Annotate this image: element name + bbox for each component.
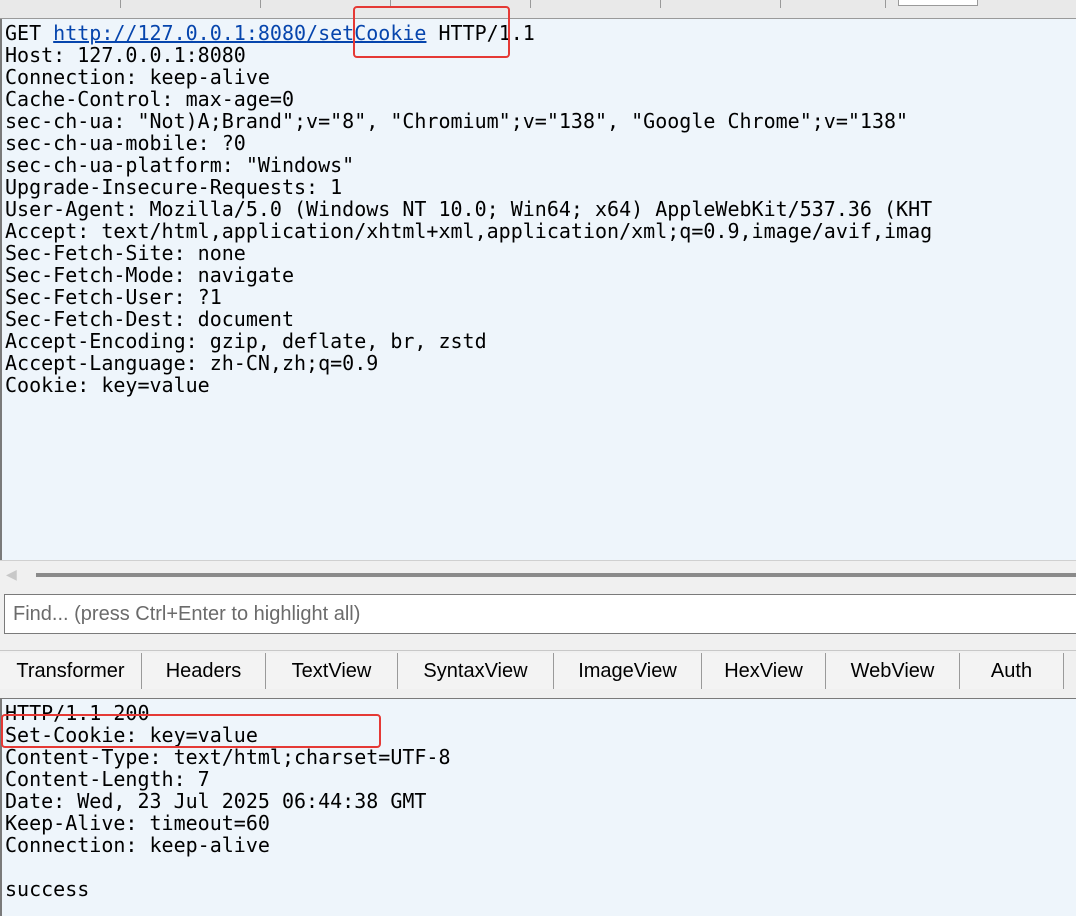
scrollbar-thumb[interactable] <box>36 573 1076 577</box>
response-blank-line <box>5 856 451 878</box>
request-header-line: sec-ch-ua-platform: "Windows" <box>5 153 355 177</box>
top-tab-strip <box>0 0 1076 19</box>
request-header-line: Accept: text/html,application/xhtml+xml,… <box>5 219 933 243</box>
response-header-line: Date: Wed, 23 Jul 2025 06:44:38 GMT <box>5 789 427 813</box>
request-header-line: Sec-Fetch-Dest: document <box>5 307 294 331</box>
request-header-line: Sec-Fetch-User: ?1 <box>5 285 222 309</box>
request-header-line: sec-ch-ua: "Not)A;Brand";v="8", "Chromiu… <box>5 109 909 133</box>
request-header-line: sec-ch-ua-mobile: ?0 <box>5 131 246 155</box>
request-header-line: Sec-Fetch-Site: none <box>5 241 246 265</box>
response-header-line: Content-Length: 7 <box>5 767 210 791</box>
tab-webview[interactable]: WebView <box>826 653 960 689</box>
request-header-line: Accept-Language: zh-CN,zh;q=0.9 <box>5 351 379 375</box>
request-raw-view[interactable]: GET http://127.0.0.1:8080/setCookie HTTP… <box>0 19 1076 560</box>
request-header-line: Cookie: key=value <box>5 373 210 397</box>
request-header-line: User-Agent: Mozilla/5.0 (Windows NT 10.0… <box>5 197 933 221</box>
top-tab-stub[interactable] <box>0 0 121 8</box>
top-tab-stub[interactable] <box>530 0 661 8</box>
request-method: GET <box>5 21 42 45</box>
tab-textview[interactable]: TextView <box>266 653 398 689</box>
top-tab-active-stub[interactable] <box>898 0 978 6</box>
top-tab-stub[interactable] <box>120 0 261 8</box>
top-tab-stub[interactable] <box>780 0 886 8</box>
tab-hexview[interactable]: HexView <box>702 653 826 689</box>
tab-syntaxview[interactable]: SyntaxView <box>398 653 554 689</box>
horizontal-scrollbar[interactable]: ◀ <box>0 560 1076 589</box>
response-header-line: Connection: keep-alive <box>5 833 270 857</box>
scroll-left-arrow-icon[interactable]: ◀ <box>6 567 17 583</box>
response-header-line: Content-Type: text/html;charset=UTF-8 <box>5 745 451 769</box>
top-tab-stub[interactable] <box>660 0 781 8</box>
tab-auth[interactable]: Auth <box>960 653 1064 689</box>
response-header-line: Keep-Alive: timeout=60 <box>5 811 270 835</box>
request-header-line: Accept-Encoding: gzip, deflate, br, zstd <box>5 329 487 353</box>
tab-transformer[interactable]: Transformer <box>0 653 142 689</box>
request-header-line: Sec-Fetch-Mode: navigate <box>5 263 294 287</box>
request-raw-text: GET http://127.0.0.1:8080/setCookie HTTP… <box>5 22 932 396</box>
url-path-highlight-box <box>353 6 510 58</box>
response-body-line: success <box>5 877 90 901</box>
find-input[interactable] <box>5 595 1076 633</box>
request-header-line: Connection: keep-alive <box>5 65 270 89</box>
request-url-host: http://127.0.0.1:8080 <box>53 21 307 45</box>
request-header-line: Upgrade-Insecure-Requests: 1 <box>5 175 343 199</box>
request-header-line: Cache-Control: max-age=0 <box>5 87 294 111</box>
response-inspector-tabs: Transformer Headers TextView SyntaxView … <box>0 650 1076 691</box>
tab-headers[interactable]: Headers <box>142 653 266 689</box>
find-box[interactable] <box>4 594 1076 634</box>
set-cookie-highlight-box <box>1 714 381 748</box>
tab-imageview[interactable]: ImageView <box>554 653 702 689</box>
